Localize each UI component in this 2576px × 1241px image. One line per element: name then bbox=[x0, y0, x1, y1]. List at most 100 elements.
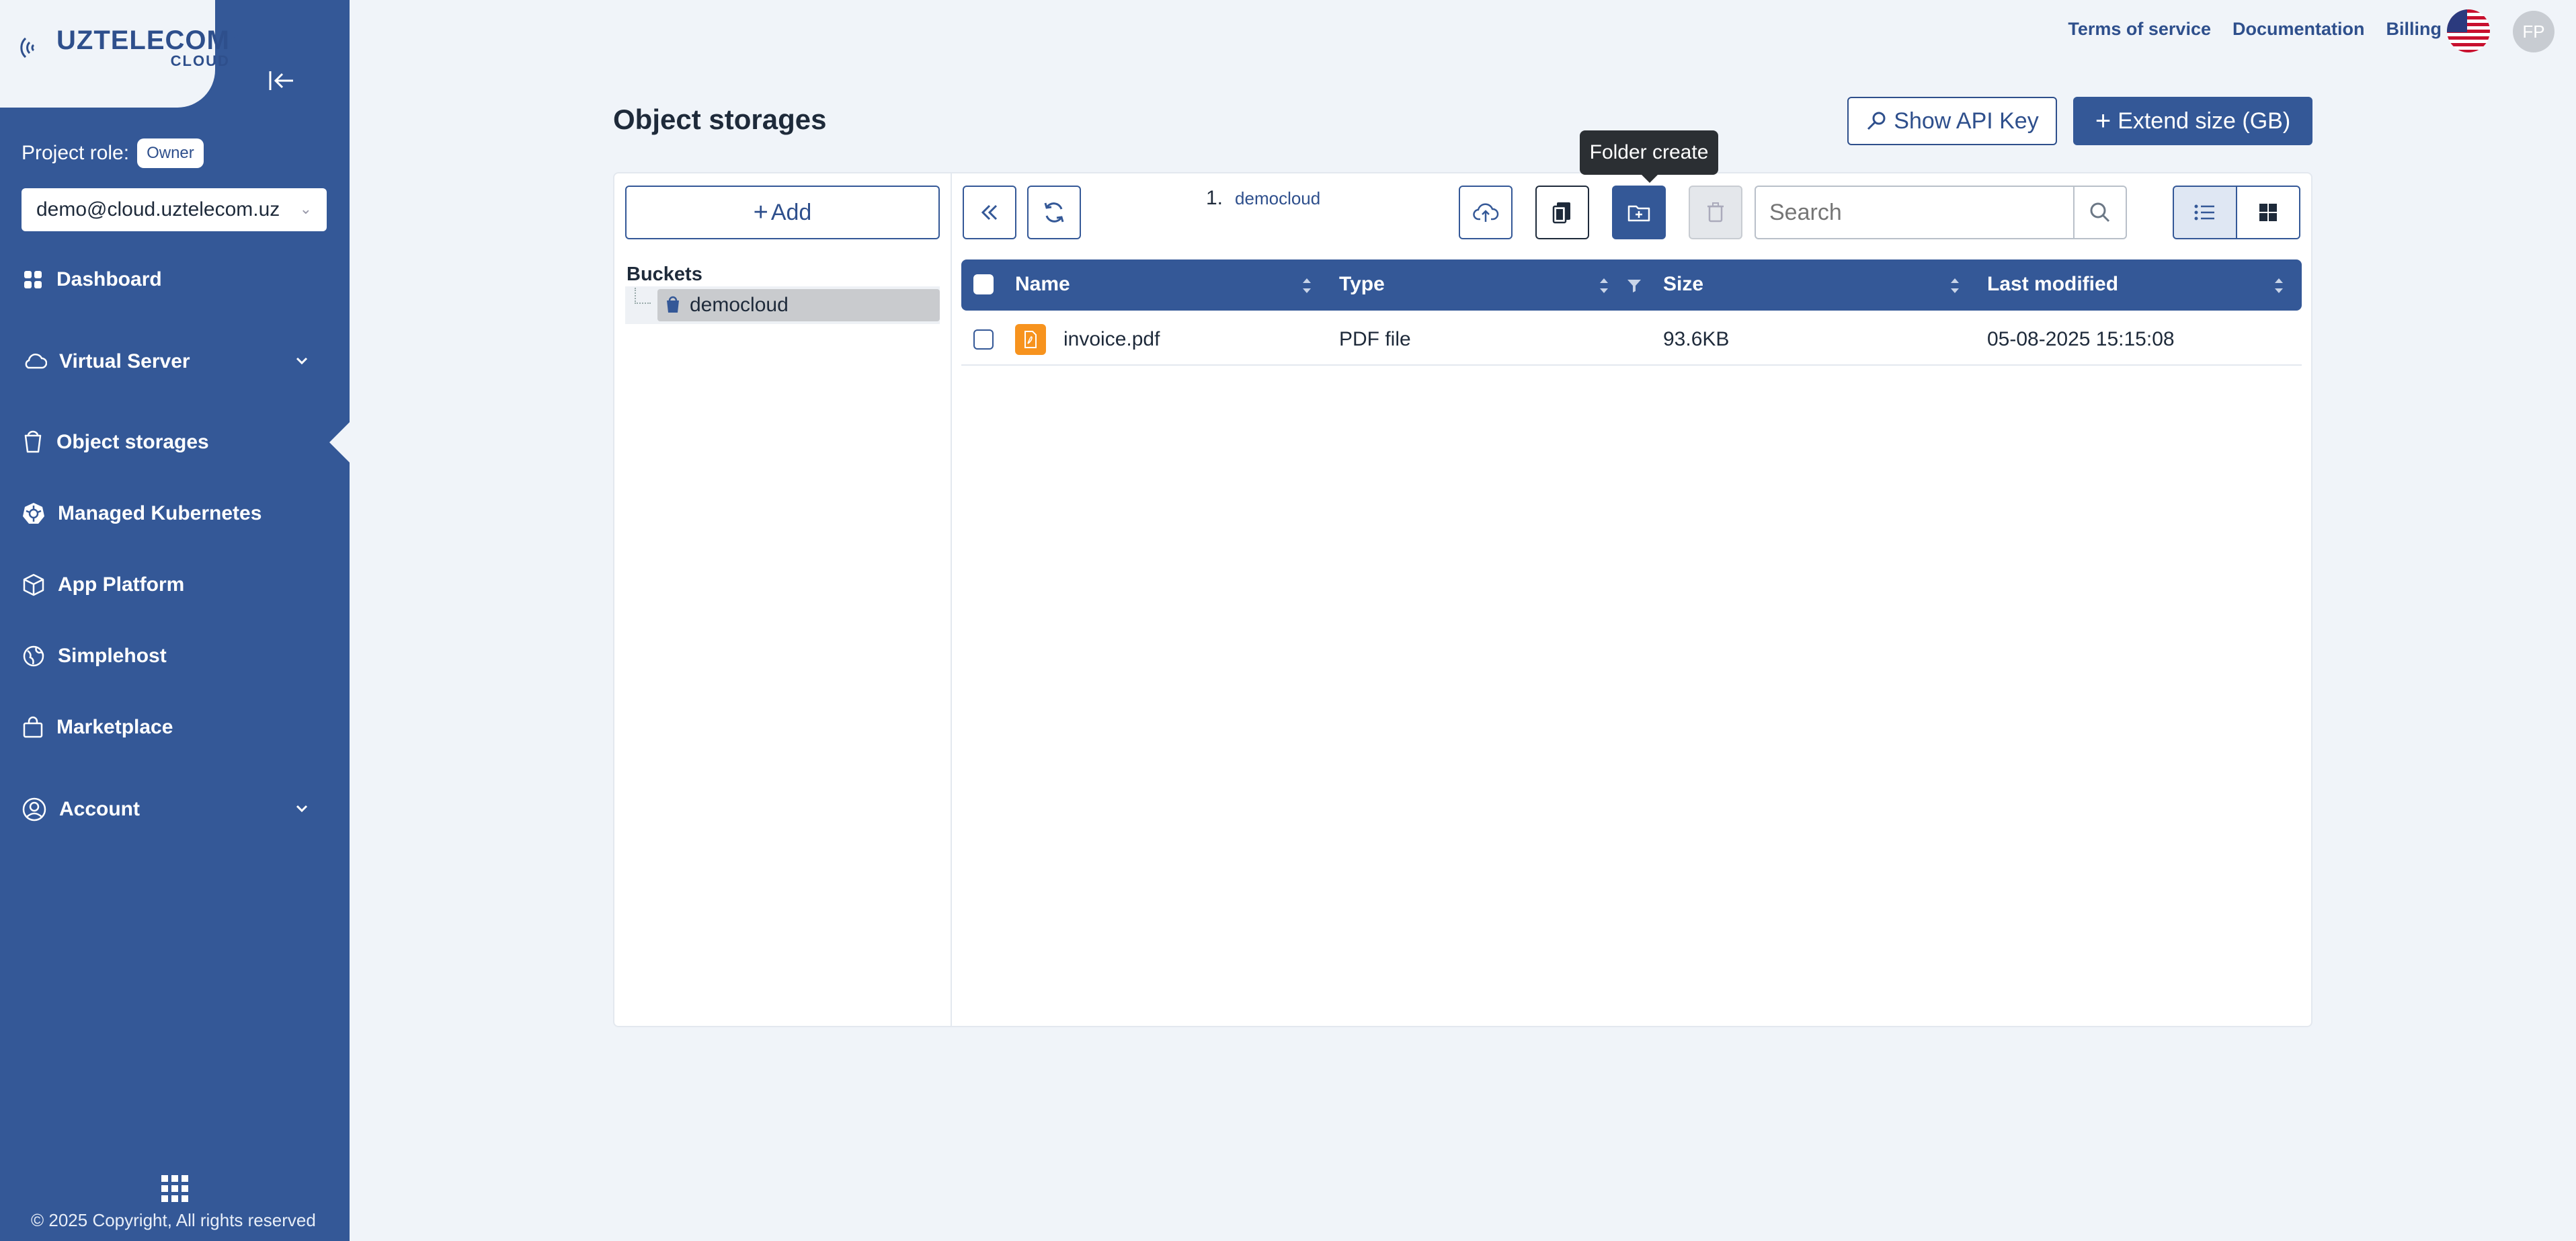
page-title: Object storages bbox=[613, 104, 827, 135]
sort-icon[interactable] bbox=[1948, 274, 1962, 297]
signal-logo-icon bbox=[20, 37, 35, 58]
file-modified: 05-08-2025 15:15:08 bbox=[1987, 328, 2175, 350]
project-select-value: demo@cloud.uztelecom.uz bbox=[36, 198, 280, 221]
trash-icon bbox=[1707, 202, 1724, 223]
kubernetes-icon bbox=[23, 503, 44, 524]
refresh-button[interactable] bbox=[1027, 186, 1081, 239]
sidebar-item-label: Marketplace bbox=[56, 716, 173, 738]
sidebar-item-simplehost[interactable]: Simplehost bbox=[22, 636, 331, 676]
bucket-icon bbox=[667, 296, 679, 313]
sidebar-item-label: Account bbox=[59, 798, 140, 820]
delete-button[interactable] bbox=[1689, 186, 1742, 239]
cloud-upload-icon bbox=[1473, 203, 1499, 222]
pdf-file-icon bbox=[1015, 324, 1046, 355]
logo[interactable]: UZTELECOM CLOUD bbox=[20, 27, 230, 69]
show-api-key-label: Show API Key bbox=[1894, 108, 2039, 134]
list-icon bbox=[2194, 204, 2214, 221]
search-input[interactable] bbox=[1755, 186, 2075, 239]
role-badge: Owner bbox=[137, 138, 204, 168]
select-all-checkbox[interactable] bbox=[973, 274, 994, 294]
search-button[interactable] bbox=[2073, 186, 2127, 239]
extend-size-button[interactable]: + Extend size (GB) bbox=[2073, 97, 2312, 145]
chevron-down-icon: ⌄ bbox=[299, 200, 312, 217]
storage-explorer: + Add Buckets democloud 1. democloud Sea… bbox=[613, 172, 2312, 1027]
bucket-item-democloud[interactable]: democloud bbox=[657, 289, 940, 321]
grid-view-button[interactable] bbox=[2236, 186, 2300, 239]
search-icon bbox=[2090, 202, 2110, 223]
cube-icon bbox=[23, 573, 44, 596]
chevron-down-icon bbox=[296, 357, 308, 365]
breadcrumb-item[interactable]: democloud bbox=[1235, 188, 1320, 209]
bucket-icon bbox=[24, 430, 42, 453]
back-button[interactable] bbox=[963, 186, 1016, 239]
row-checkbox[interactable] bbox=[973, 329, 994, 350]
add-bucket-label: Add bbox=[770, 199, 812, 225]
brand-subname: CLOUD bbox=[170, 52, 230, 69]
globe-icon bbox=[23, 645, 44, 667]
chevron-down-icon bbox=[296, 805, 308, 813]
list-view-button[interactable] bbox=[2173, 186, 2237, 239]
terms-link[interactable]: Terms of service bbox=[2068, 19, 2211, 40]
tree-connector bbox=[635, 288, 651, 304]
documentation-link[interactable]: Documentation bbox=[2232, 19, 2365, 40]
column-name[interactable]: Name bbox=[1015, 273, 1070, 296]
file-name[interactable]: invoice.pdf bbox=[1063, 328, 1160, 351]
grid-icon bbox=[2259, 204, 2277, 221]
refresh-icon bbox=[1044, 202, 1064, 223]
column-last-modified[interactable]: Last modified bbox=[1987, 273, 2118, 296]
sidebar-item-marketplace[interactable]: Marketplace bbox=[22, 707, 331, 748]
table-row[interactable]: invoice.pdf PDF file 93.6KB 05-08-2025 1… bbox=[961, 312, 2302, 366]
copyright: © 2025 Copyright, All rights reserved bbox=[31, 1210, 316, 1230]
sidebar-item-account[interactable]: Account bbox=[22, 789, 331, 830]
sidebar-item-label: App Platform bbox=[58, 573, 185, 596]
sidebar-item-label: Object storages bbox=[56, 431, 209, 453]
key-icon bbox=[1867, 112, 1886, 130]
avatar[interactable]: FP bbox=[2513, 11, 2554, 52]
filter-icon[interactable] bbox=[1625, 276, 1643, 294]
column-type[interactable]: Type bbox=[1339, 273, 1385, 296]
project-select[interactable]: demo@cloud.uztelecom.uz ⌄ bbox=[22, 188, 327, 231]
breadcrumb: 1. democloud bbox=[1206, 187, 1320, 210]
collapse-left-icon bbox=[269, 71, 293, 90]
sidebar-item-object-storages[interactable]: Object storages bbox=[22, 422, 331, 463]
sort-icon[interactable] bbox=[2272, 274, 2286, 297]
folder-create-tooltip: Folder create bbox=[1580, 130, 1718, 183]
upload-button[interactable] bbox=[1459, 186, 1513, 239]
brand-name: UZTELECOM bbox=[56, 26, 230, 55]
copy-icon bbox=[1552, 202, 1570, 224]
extend-size-label: Extend size (GB) bbox=[2118, 108, 2291, 134]
cloud-icon bbox=[25, 354, 47, 369]
sort-icon[interactable] bbox=[1300, 274, 1314, 297]
sidebar-item-app-platform[interactable]: App Platform bbox=[22, 565, 331, 605]
plus-icon: + bbox=[753, 198, 768, 227]
show-api-key-button[interactable]: Show API Key bbox=[1847, 97, 2057, 145]
apps-grid-icon[interactable] bbox=[160, 1174, 190, 1207]
buckets-heading: Buckets bbox=[627, 264, 702, 285]
sidebar-item-label: Dashboard bbox=[56, 268, 162, 290]
us-flag-icon[interactable] bbox=[2447, 9, 2490, 52]
table-header: Name Type Size Last modified bbox=[961, 259, 2302, 311]
bucket-name: democloud bbox=[690, 294, 789, 316]
buckets-pane: + Add Buckets democloud bbox=[614, 173, 952, 1026]
collapse-sidebar-button[interactable] bbox=[266, 67, 296, 94]
column-size[interactable]: Size bbox=[1663, 273, 1703, 296]
sidebar-item-managed-kubernetes[interactable]: Managed Kubernetes bbox=[22, 493, 331, 534]
sidebar-item-label: Simplehost bbox=[58, 645, 167, 667]
sidebar: UZTELECOM CLOUD Project role: Owner demo… bbox=[0, 0, 350, 1241]
add-bucket-button[interactable]: + Add bbox=[625, 186, 940, 239]
create-folder-button[interactable] bbox=[1612, 186, 1666, 239]
shopping-bag-icon bbox=[23, 716, 43, 738]
file-size: 93.6KB bbox=[1663, 328, 1730, 350]
dashboard-icon bbox=[24, 271, 42, 288]
sidebar-item-label: Virtual Server bbox=[59, 350, 190, 372]
copy-button[interactable] bbox=[1535, 186, 1589, 239]
breadcrumb-index: 1. bbox=[1206, 187, 1223, 209]
double-chevron-left-icon bbox=[981, 204, 998, 221]
sidebar-item-label: Managed Kubernetes bbox=[58, 502, 262, 524]
billing-link[interactable]: Billing bbox=[2386, 19, 2442, 40]
sidebar-item-dashboard[interactable]: Dashboard bbox=[22, 259, 331, 300]
sidebar-item-virtual-server[interactable]: Virtual Server bbox=[22, 342, 331, 382]
folder-plus-icon bbox=[1627, 205, 1650, 222]
sort-icon[interactable] bbox=[1597, 274, 1611, 297]
file-type: PDF file bbox=[1339, 328, 1411, 350]
